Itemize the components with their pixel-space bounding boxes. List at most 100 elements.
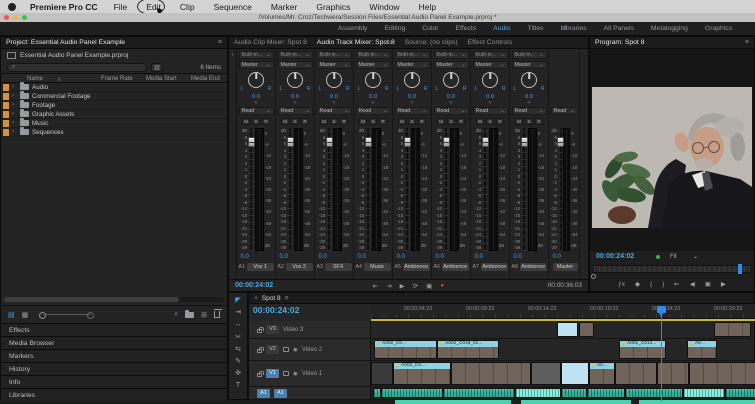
input-select[interactable]: Built-in... ⌄ [277, 51, 313, 59]
fader-slot[interactable] [286, 128, 294, 251]
mute-button[interactable]: M [437, 118, 445, 125]
record-arm-button[interactable]: R [457, 118, 465, 125]
disclosure-chevron-icon[interactable]: › [12, 93, 17, 99]
fader-handle[interactable] [364, 137, 372, 147]
apple-menu-icon[interactable] [8, 2, 16, 11]
record-arm-button[interactable]: R [301, 118, 309, 125]
automation-mode-select[interactable]: Read ⌄ [316, 107, 352, 115]
razor-tool[interactable]: ✂ [232, 333, 244, 342]
panel-tab[interactable]: History [1, 362, 227, 375]
bin-row[interactable]: › Sequences [1, 127, 227, 137]
audio-clip[interactable] [725, 388, 755, 398]
volume-fader[interactable]: dB 6 5 4 3 2 1 0 -2 -4 -6 -9 -12 -15 -18… [551, 128, 578, 251]
label-color-chip[interactable] [3, 83, 9, 91]
track-name[interactable]: Master [552, 262, 578, 271]
solo-button[interactable]: S [486, 118, 494, 125]
fader-slot[interactable] [247, 128, 255, 251]
pen-tool[interactable]: ✎ [232, 357, 244, 366]
loop-button[interactable]: ⟳ [413, 282, 418, 290]
disclosure-chevron-icon[interactable]: › [12, 102, 17, 108]
solo-button[interactable]: S [447, 118, 455, 125]
automation-mode-select[interactable]: Read ⌄ [511, 107, 547, 115]
solo-button[interactable]: S [330, 118, 338, 125]
output-select[interactable]: Master ⌄ [472, 61, 508, 69]
track-output-icon[interactable] [283, 347, 289, 352]
volume-value[interactable]: 0.0 [317, 253, 352, 262]
panel-menu-icon[interactable]: ≡ [389, 40, 393, 47]
input-select[interactable]: Built-in... ⌄ [433, 51, 469, 59]
bin-row[interactable]: › Music [1, 118, 227, 128]
solo-button[interactable]: S [291, 118, 299, 125]
input-select[interactable]: Built-in... ⌄ [394, 51, 430, 59]
play-button[interactable]: ▶ [400, 282, 405, 290]
timeline-clip[interactable]: A002_C0... [374, 340, 437, 359]
output-select[interactable]: Master ⌄ [394, 61, 430, 69]
pan-knob[interactable] [326, 72, 342, 88]
automation-mode-select[interactable]: Read ⌄ [433, 107, 469, 115]
mute-button[interactable]: M [515, 118, 523, 125]
fader-slot[interactable] [364, 128, 372, 251]
play-button[interactable]: ▶ [721, 280, 726, 288]
panel-tab[interactable]: Info [1, 375, 227, 388]
disclosure-chevron-icon[interactable]: › [12, 84, 17, 90]
automation-mode-select[interactable]: Read ⌄ [277, 107, 313, 115]
label-color-chip[interactable] [3, 110, 9, 118]
ripple-edit-tool[interactable]: ↔ [232, 320, 244, 329]
timeline-clip[interactable] [531, 362, 561, 385]
output-select[interactable]: Master ⌄ [433, 61, 469, 69]
timeline-clip[interactable] [371, 362, 393, 385]
volume-fader[interactable]: dB 6 5 4 3 2 1 0 -2 -4 -6 -9 -12 -15 -18… [473, 128, 508, 251]
record-button[interactable]: ● [440, 282, 444, 290]
track-target-chip[interactable]: V3 [266, 325, 279, 334]
disclosure-chevron-icon[interactable]: › [12, 120, 17, 126]
volume-fader[interactable]: dB 6 5 4 3 2 1 0 -2 -4 -6 -9 -12 -15 -18… [239, 128, 274, 251]
search-input[interactable]: ⌕ [7, 62, 147, 72]
volume-fader[interactable]: dB 6 5 4 3 2 1 0 -2 -4 -6 -9 -12 -15 -18… [395, 128, 430, 251]
track-name[interactable]: Ambience [480, 262, 508, 271]
label-color-chip[interactable] [3, 101, 9, 109]
filter-media-icon[interactable]: ▥ [151, 62, 163, 72]
audio-clip[interactable] [515, 388, 561, 398]
project-file-row[interactable]: Essential Audio Panel Example.prproj [1, 49, 227, 61]
scrollbar-thumb[interactable] [4, 297, 179, 302]
timeline-clip[interactable] [615, 362, 657, 385]
track-name[interactable]: Video 2 [302, 347, 322, 353]
find-button[interactable]: ⌕ [174, 311, 178, 319]
workspace-tab[interactable]: Effects [456, 25, 477, 32]
mute-button[interactable]: M [359, 118, 367, 125]
fader-slot[interactable] [520, 128, 528, 251]
mixer-current-timecode[interactable]: 00:00:24:02 [235, 282, 273, 289]
mark-out-button[interactable]: } [662, 281, 664, 288]
program-scrubber[interactable] [593, 265, 751, 273]
label-color-chip[interactable] [3, 119, 9, 127]
timeline-timecode[interactable]: 00:00:24:02 [249, 304, 371, 315]
lock-icon[interactable] [257, 370, 264, 377]
pan-knob[interactable] [365, 72, 381, 88]
zoom-level-select[interactable]: Fit ⌄ [668, 252, 700, 261]
list-view-button[interactable]: ▤ [8, 311, 15, 319]
type-tool[interactable]: T [232, 381, 244, 390]
audio-clip[interactable] [625, 388, 683, 398]
playhead-handle[interactable] [657, 306, 666, 317]
pan-knob[interactable] [404, 72, 420, 88]
input-select[interactable]: Built-in... ⌄ [355, 51, 391, 59]
fader-slot[interactable] [481, 128, 489, 251]
panel-tab[interactable]: Libraries [1, 388, 227, 401]
menu-item[interactable]: Window [367, 2, 401, 12]
thumbnail-zoom-slider[interactable] [39, 311, 95, 319]
workspace-tab[interactable]: All Panels [604, 25, 634, 32]
panel-tab[interactable]: Markers [1, 349, 227, 362]
bin-row[interactable]: › Commercial Footage [1, 91, 227, 101]
panel-tab[interactable]: Effects [1, 323, 227, 336]
source-patch-chip[interactable]: A1 [257, 388, 270, 398]
new-item-button[interactable]: ⊞ [201, 311, 207, 319]
timeline-clip[interactable]: A0... [687, 340, 717, 359]
go-to-in-button[interactable]: ⇤ [373, 282, 378, 290]
menu-item[interactable]: Help [417, 2, 438, 12]
pan-knob[interactable] [482, 72, 498, 88]
horizontal-scrollbar[interactable] [4, 297, 224, 302]
eye-icon[interactable]: ◉ [293, 347, 298, 353]
workspace-tab[interactable]: Assembly [338, 25, 367, 32]
menu-item[interactable]: Marker [269, 2, 299, 12]
column-frame-rate[interactable]: Frame Rate [101, 76, 133, 82]
